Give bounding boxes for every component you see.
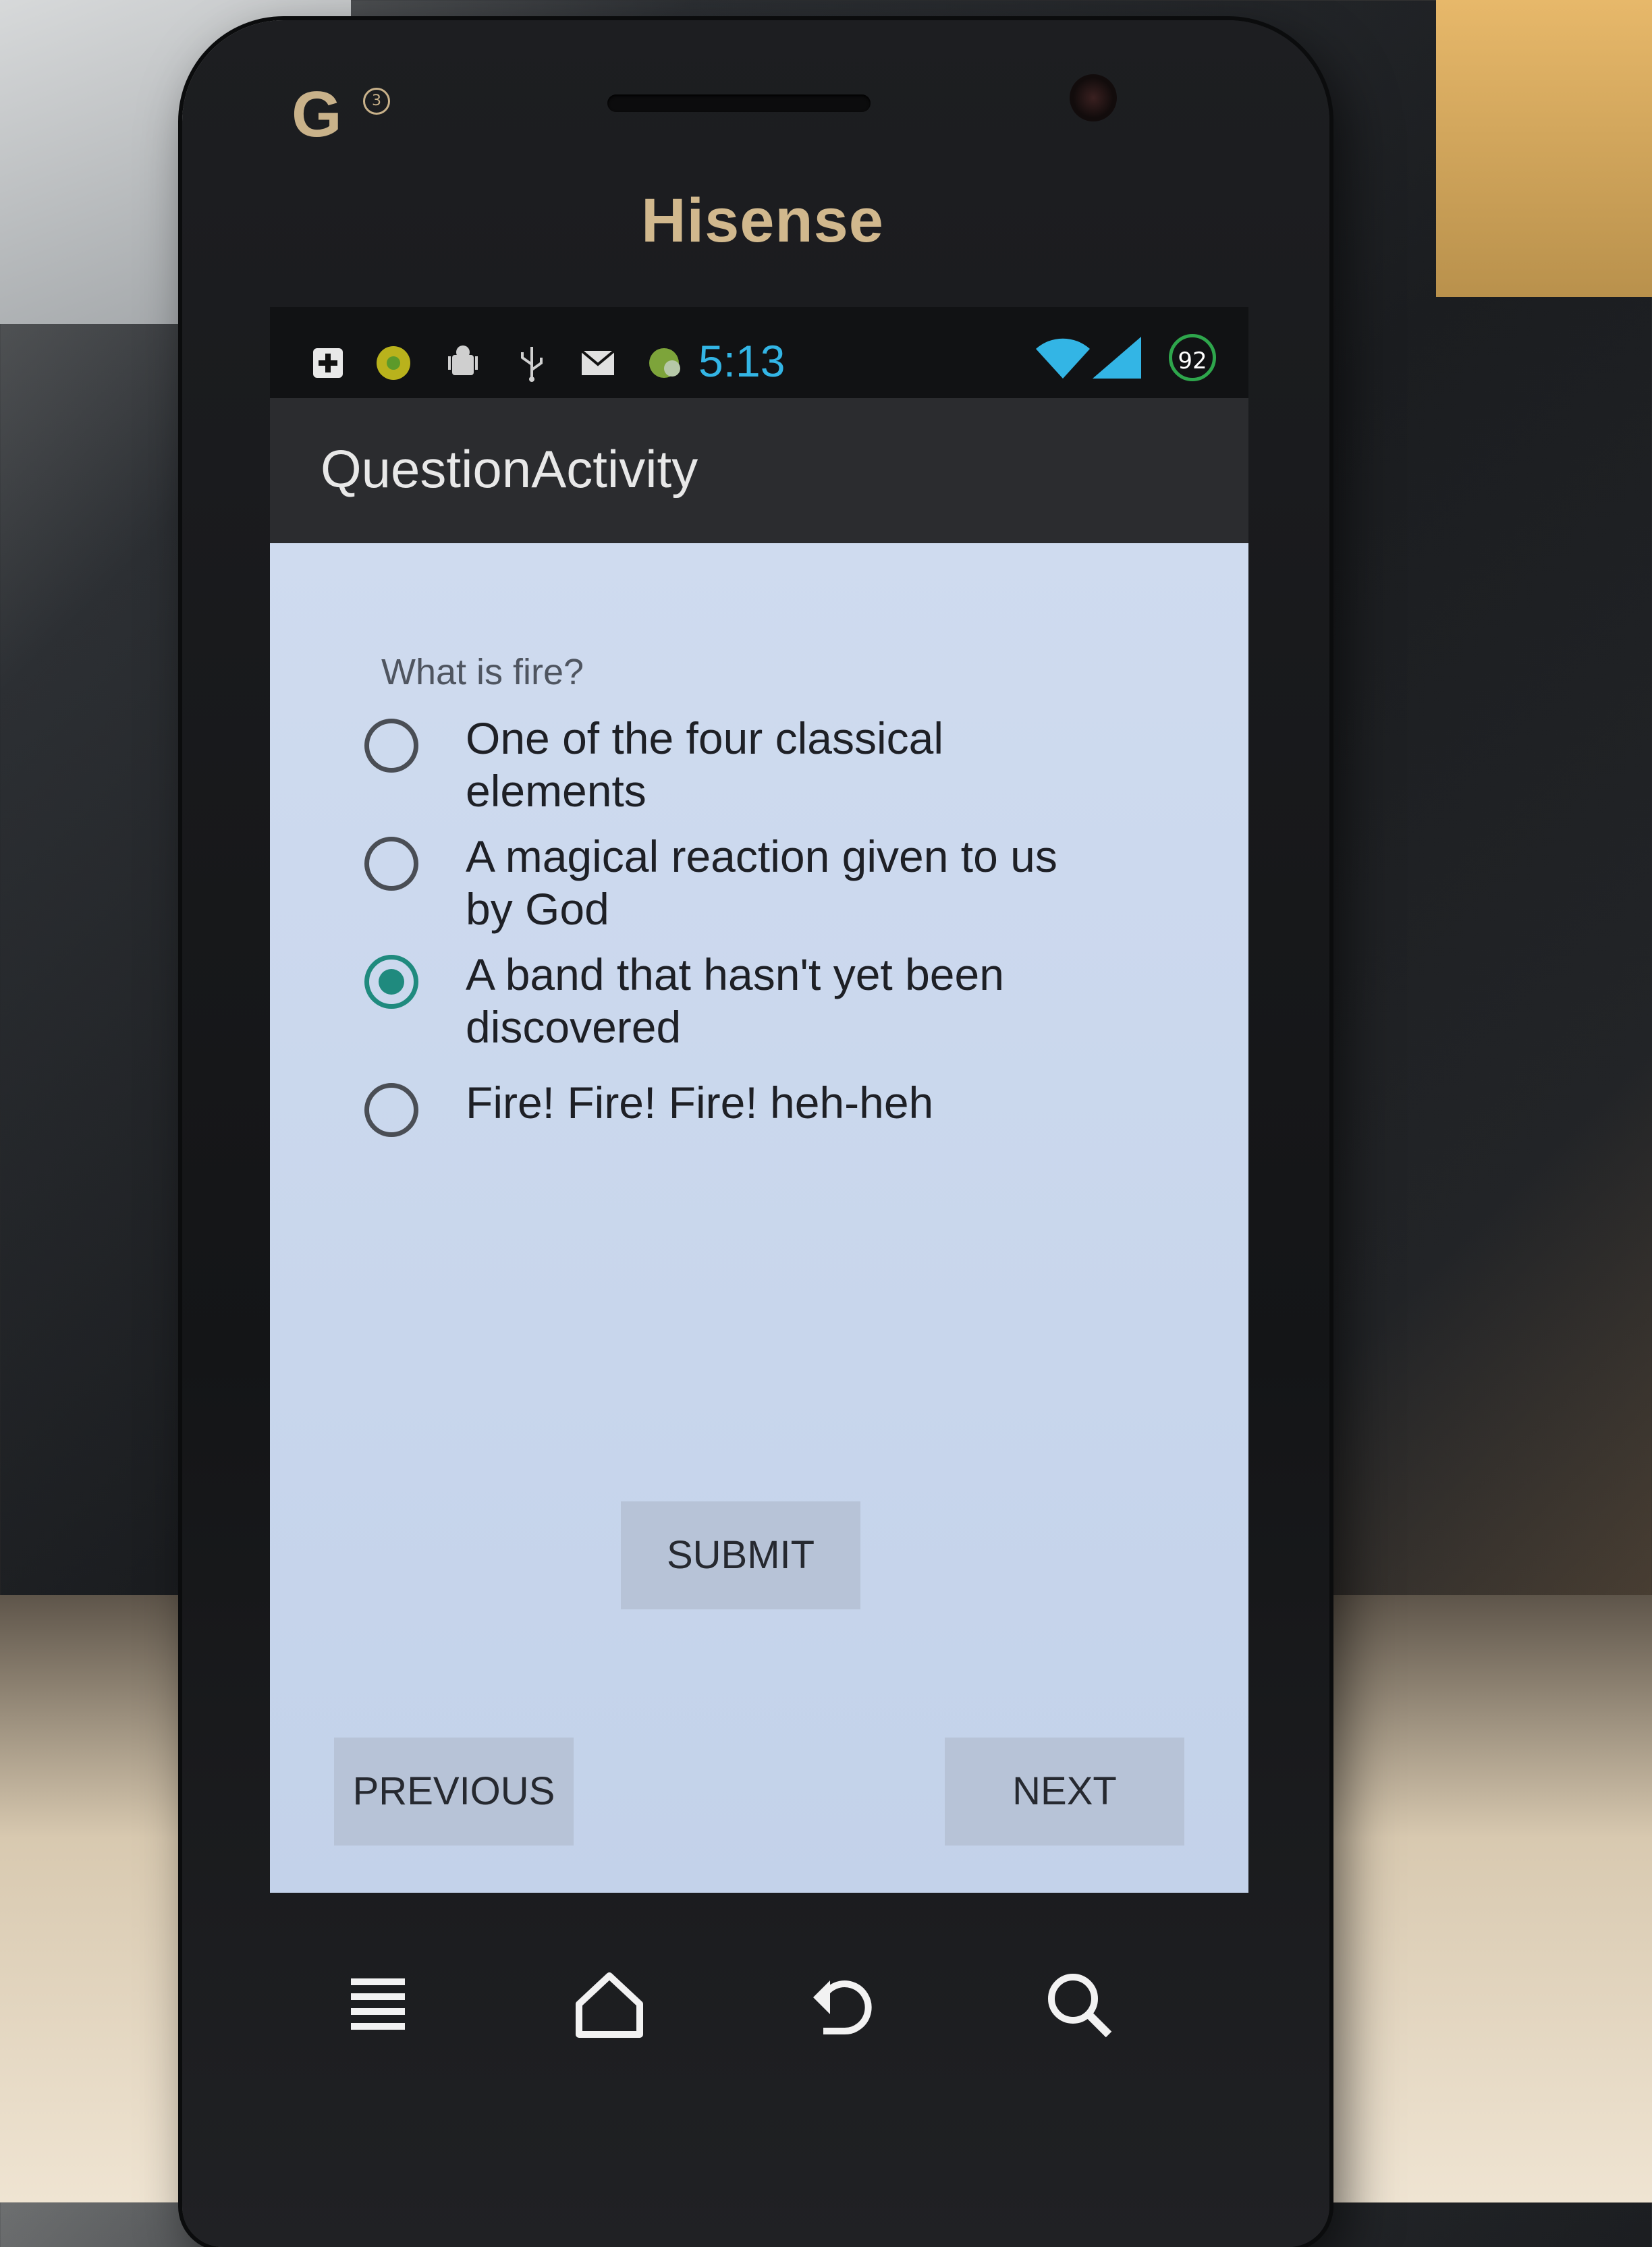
option-label: A band that hasn't yet been discovered bbox=[466, 949, 1004, 1052]
submit-button[interactable]: SUBMIT bbox=[621, 1501, 860, 1609]
option-label: A magical reaction given to us by God bbox=[466, 831, 1057, 934]
brand-logo: Hisense bbox=[641, 186, 884, 255]
android-debug-icon bbox=[448, 345, 478, 375]
option-label: Fire! Fire! Fire! heh-heh bbox=[466, 1078, 934, 1128]
option-1[interactable]: One of the four classical elements bbox=[364, 712, 1107, 820]
previous-button[interactable]: PREVIOUS bbox=[334, 1738, 574, 1846]
search-icon[interactable] bbox=[1038, 1964, 1119, 2045]
battery-indicator: 92 bbox=[1169, 334, 1216, 381]
add-icon bbox=[313, 348, 343, 378]
status-bar: 5:13 92 bbox=[270, 307, 1248, 398]
question-text: What is fire? bbox=[381, 652, 584, 692]
option-4[interactable]: Fire! Fire! Fire! heh-heh bbox=[364, 1076, 1107, 1144]
option-label: One of the four classical elements bbox=[466, 713, 944, 816]
radio-checked-icon[interactable] bbox=[364, 955, 418, 1009]
app-icon bbox=[377, 346, 410, 380]
status-time: 5:13 bbox=[698, 336, 786, 386]
next-button[interactable]: NEXT bbox=[945, 1738, 1184, 1846]
option-2[interactable]: A magical reaction given to us by God bbox=[364, 830, 1107, 938]
carrier-logo: G bbox=[292, 78, 342, 150]
app-title: QuestionActivity bbox=[321, 439, 698, 499]
action-bar: QuestionActivity bbox=[270, 398, 1248, 543]
phone-body: G 3 Hisense 5:13 92 QuestionActivity Wha… bbox=[182, 20, 1329, 2247]
back-icon[interactable] bbox=[803, 1964, 884, 2045]
radio-unchecked-icon[interactable] bbox=[364, 719, 418, 773]
hardware-nav-keys bbox=[182, 1964, 1329, 2085]
radio-unchecked-icon[interactable] bbox=[364, 1083, 418, 1137]
question-content: What is fire? One of the four classical … bbox=[270, 543, 1248, 1893]
usb-icon bbox=[521, 347, 543, 382]
mail-icon bbox=[580, 350, 615, 375]
background-paper bbox=[1436, 0, 1652, 297]
sync-icon bbox=[649, 348, 680, 378]
front-camera bbox=[1070, 74, 1117, 121]
carrier-logo-sup: 3 bbox=[363, 88, 390, 115]
screen: 5:13 92 QuestionActivity What is fire? O… bbox=[270, 307, 1248, 1893]
radio-unchecked-icon[interactable] bbox=[364, 837, 418, 891]
home-icon[interactable] bbox=[569, 1964, 650, 2045]
earpiece-speaker bbox=[607, 94, 871, 112]
option-3[interactable]: A band that hasn't yet been discovered bbox=[364, 948, 1107, 1056]
menu-icon[interactable] bbox=[337, 1964, 418, 2045]
wifi-icon bbox=[1036, 338, 1090, 379]
signal-icon bbox=[1093, 337, 1141, 379]
